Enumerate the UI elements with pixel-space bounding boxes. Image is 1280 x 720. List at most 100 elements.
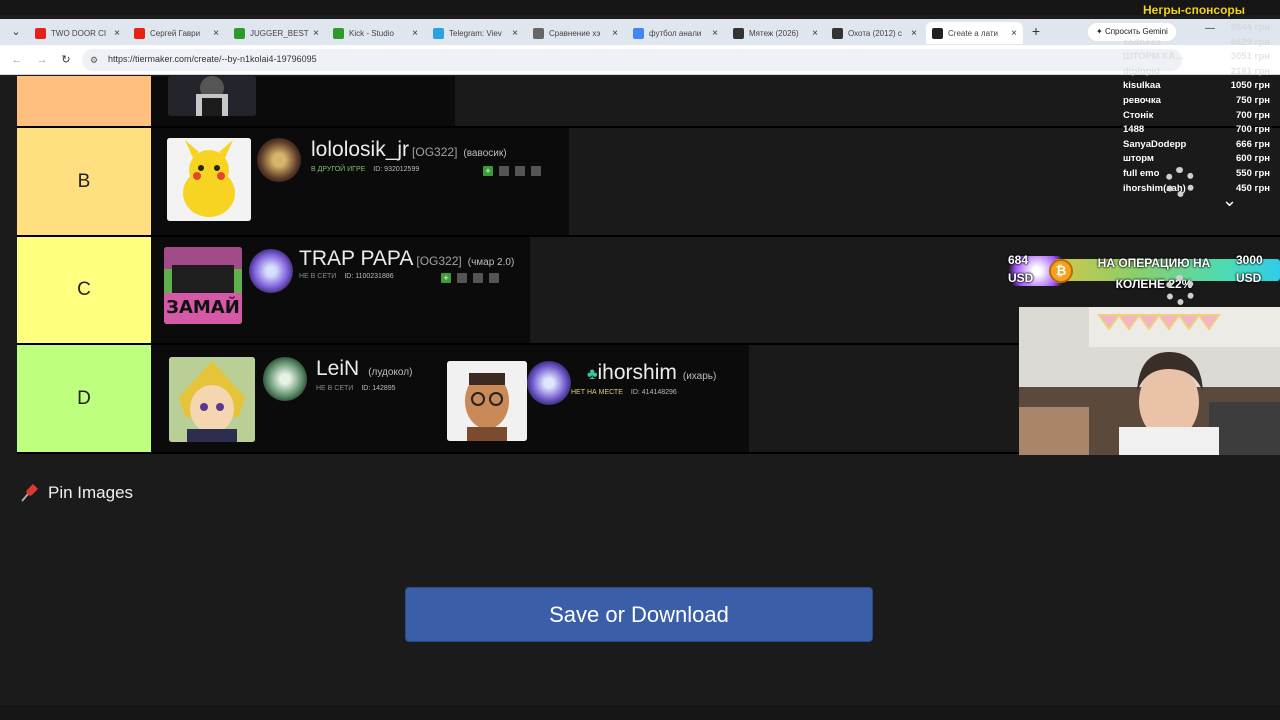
donor-name: 1488 [1123, 124, 1145, 136]
donor-amount: 750 грн [1236, 94, 1270, 106]
browser-tab[interactable]: Сравнение хэ × [527, 22, 624, 44]
tab-title: TWO DOOR CI [51, 28, 107, 38]
browser-tab[interactable]: Create a лати × [926, 22, 1023, 44]
browser-tab[interactable]: Сергей Гаври × [128, 22, 225, 44]
donor-name: шторм [1123, 153, 1154, 165]
site-icon [832, 27, 843, 39]
player-name: ♣ihorshim (ихарь) [587, 361, 717, 384]
donor-row: kisulkaa 1050 грн [1120, 80, 1274, 95]
player-card[interactable]: LeiN (лудокол) НЕ В СЕТИ ID: 142895 [151, 345, 431, 452]
close-tab-icon[interactable]: × [812, 28, 818, 39]
youtube-icon [134, 27, 145, 39]
tab-bar: ⌄ TWO DOOR CI × Сергей Гаври × JUGGER_BEST × K… [0, 19, 1280, 45]
donor-name: kisulkaa [1123, 80, 1161, 92]
tier-label[interactable]: D [17, 345, 151, 452]
google-icon [633, 27, 644, 39]
tier-label[interactable]: B [17, 128, 151, 235]
goal-title: НА ОПЕРАЦИЮ НА КОЛЕНЕ 22% [1097, 256, 1211, 291]
rank-medal-icon [249, 249, 293, 293]
player-status: НЕ В СЕТИ ID: 142895 [316, 385, 396, 392]
avatar-portrait [447, 361, 527, 441]
new-tab-button[interactable]: + [1029, 24, 1043, 38]
pushpin-icon [21, 484, 38, 502]
pin-images-toggle[interactable]: Pin Images [18, 482, 133, 504]
site-info-icon[interactable]: ⚙ [88, 54, 100, 66]
pin-images-label: Pin Images [48, 483, 134, 502]
avatar-zamai: ЗАМАЙ [164, 247, 242, 324]
close-tab-icon[interactable]: × [911, 28, 917, 39]
close-tab-icon[interactable]: × [512, 28, 518, 39]
kick-icon [234, 27, 245, 39]
donor-row: шторм 600 грн [1120, 153, 1274, 168]
tier-items[interactable] [151, 76, 1280, 126]
reload-button[interactable]: ↻ [59, 53, 73, 67]
tier-label[interactable] [17, 76, 151, 126]
player-card[interactable]: ♣ihorshim (ихарь) НЕТ НА МЕСТЕ ID: 4141482… [431, 345, 749, 452]
close-tab-icon[interactable]: × [1011, 28, 1017, 39]
save-or-download-button[interactable]: Save or Download [405, 587, 873, 642]
close-tab-icon[interactable]: × [712, 28, 718, 39]
close-tab-icon[interactable]: × [213, 28, 219, 39]
donor-name: sadness [1123, 36, 1162, 48]
browser-tab[interactable]: Мятеж (2026) × [727, 22, 824, 44]
tier-label[interactable]: C [17, 237, 151, 343]
browser-tab[interactable]: JUGGER_BEST × [228, 22, 325, 44]
player-card[interactable]: lololosik_jr [OG322] (вавосик) В ДРУГОЙ ИГ… [151, 128, 569, 235]
tab-title: Create a лати [948, 28, 998, 38]
address-bar[interactable]: ⚙ https://tiermaker.com/create/--by-n1ko… [82, 49, 1182, 71]
tiermaker-icon [932, 27, 943, 39]
player-name: lololosik_jr [OG322] (вавосик) [311, 138, 507, 161]
close-tab-icon[interactable]: × [612, 28, 618, 39]
avatar [168, 76, 256, 116]
add-friend-icon: + [441, 273, 451, 283]
browser-tab[interactable]: Kick - Studio × [327, 22, 424, 44]
donors-list: 8844 грн sadness 6629 грн ШТОРМ КА... 3051 г… [1120, 22, 1274, 197]
kick-icon [333, 27, 344, 39]
donor-amount: 600 грн [1236, 153, 1270, 165]
avatar-pikachu [167, 138, 251, 221]
player-card[interactable]: ЗАМАЙ TRAP PAPA [OG322] (чмар 2.0) НЕ В СЕ… [151, 237, 530, 343]
bookmark-icon [499, 166, 509, 176]
avatar-text: ЗАМАЙ [166, 297, 240, 318]
rank-medal-icon [263, 357, 307, 401]
donor-row: sadness 6629 грн [1120, 37, 1274, 52]
friend-icon: ♣ [587, 366, 598, 383]
tier-items[interactable]: lololosik_jr [OG322] (вавосик) В ДРУГОЙ ИГ… [151, 128, 1280, 235]
close-tab-icon[interactable]: × [412, 28, 418, 39]
donor-amount: 2181 грн [1230, 65, 1270, 77]
chat-icon [473, 273, 483, 283]
tab-search-chevron-icon[interactable]: ⌄ [8, 24, 24, 40]
webcam-feed [1019, 307, 1280, 455]
avatar-anime [169, 357, 255, 442]
back-button[interactable]: ← [10, 53, 24, 67]
donor-amount: 550 грн [1236, 167, 1270, 179]
group-icon [531, 166, 541, 176]
donor-name: full emo [1123, 167, 1160, 179]
donor-row: ihorshim(ааh) 450 грн [1120, 183, 1274, 198]
close-tab-icon[interactable]: × [313, 28, 319, 39]
forward-button[interactable]: → [35, 53, 49, 67]
player-name: LeiN (лудокол) [316, 357, 413, 380]
donor-amount: 666 грн [1236, 138, 1270, 150]
site-icon [733, 27, 744, 39]
donor-row: 1488 700 грн [1120, 124, 1274, 139]
tab-title: футбол анали [649, 28, 702, 38]
browser-tab[interactable]: TWO DOOR CI × [29, 22, 126, 44]
tier-row-a [17, 76, 1280, 128]
browser-tab[interactable]: Telegram: Viev × [427, 22, 524, 44]
player-card[interactable] [151, 76, 455, 126]
donor-row: full emo 550 грн [1120, 168, 1274, 183]
donor-amount: 1050 грн [1230, 80, 1270, 92]
donor-row: ШТОРМ КА... 3051 грн [1120, 51, 1274, 66]
tab-title: JUGGER_BEST [250, 28, 309, 38]
player-actions: + [441, 273, 499, 283]
bookmark-icon [457, 273, 467, 283]
browser-tab[interactable]: футбол анали × [627, 22, 724, 44]
gemini-icon: ✦ [1096, 27, 1105, 36]
player-actions: + [483, 166, 541, 176]
close-tab-icon[interactable]: × [114, 28, 120, 39]
donor-name: diplopid [1123, 65, 1160, 77]
browser-tab[interactable]: Охота (2012) с × [826, 22, 923, 44]
donor-row: Стонік 700 грн [1120, 110, 1274, 125]
url-text: https://tiermaker.com/create/--by-n1kola… [108, 54, 317, 64]
